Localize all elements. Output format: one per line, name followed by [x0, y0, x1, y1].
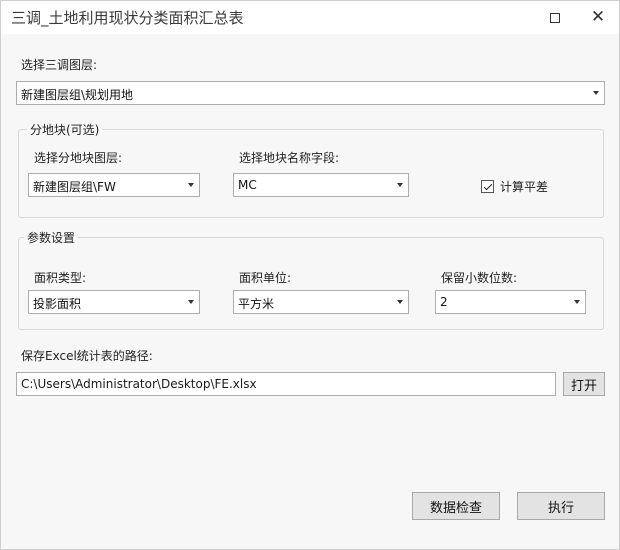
layer-select-combo[interactable]: 新建图层组\规划用地 — [16, 81, 605, 105]
output-path-label: 保存Excel统计表的路径: — [21, 349, 153, 363]
area-type-label: 面积类型: — [34, 271, 87, 285]
layer-select-label: 选择三调图层: — [21, 58, 98, 72]
chevron-down-icon — [574, 300, 580, 304]
decimals-combo[interactable]: 2 — [435, 290, 586, 314]
run-button[interactable]: 执行 — [517, 492, 605, 520]
area-type-value: 投影面积 — [33, 297, 82, 311]
close-icon: ✕ — [590, 7, 606, 27]
decimals-value: 2 — [440, 295, 448, 309]
parcel-layer-combo[interactable]: 新建图层组\FW — [28, 173, 200, 197]
calc-diff-checkbox[interactable]: 计算平差 — [481, 178, 548, 195]
chevron-down-icon — [188, 300, 194, 304]
parcel-layer-value: 新建图层组\FW — [33, 180, 116, 194]
parcel-field-label: 选择地块名称字段: — [239, 151, 340, 165]
layer-select-value: 新建图层组\规划用地 — [21, 88, 134, 102]
output-path-value: C:\Users\Administrator\Desktop\FE.xlsx — [21, 377, 257, 391]
calc-diff-label: 计算平差 — [500, 180, 549, 194]
parcel-field-combo[interactable]: MC — [233, 173, 409, 197]
parcel-field-value: MC — [238, 178, 257, 192]
parcel-layer-label: 选择分地块图层: — [34, 151, 123, 165]
checkmark-icon — [483, 181, 492, 190]
area-unit-combo[interactable]: 平方米 — [233, 290, 409, 314]
decimals-label: 保留小数位数: — [441, 271, 518, 285]
checkbox-box[interactable] — [481, 180, 494, 193]
area-unit-value: 平方米 — [238, 297, 275, 311]
area-unit-label: 面积单位: — [239, 271, 292, 285]
output-path-input[interactable]: C:\Users\Administrator\Desktop\FE.xlsx — [16, 372, 556, 396]
maximize-button[interactable] — [537, 1, 573, 34]
dialog-window: 三调_土地利用现状分类面积汇总表 ✕ 选择三调图层: 新建图层组\规划用地 分地… — [0, 0, 620, 550]
title-bar: 三调_土地利用现状分类面积汇总表 ✕ — [1, 1, 619, 34]
close-button[interactable]: ✕ — [580, 1, 616, 34]
params-group-legend: 参数设置 — [24, 229, 79, 246]
data-check-button[interactable]: 数据检查 — [412, 492, 500, 520]
window-title: 三调_土地利用现状分类面积汇总表 — [11, 9, 244, 27]
open-button[interactable]: 打开 — [563, 372, 605, 396]
parcel-group-legend: 分地块(可选) — [27, 121, 103, 138]
area-type-combo[interactable]: 投影面积 — [28, 290, 200, 314]
maximize-icon — [550, 12, 560, 23]
chevron-down-icon — [188, 183, 194, 187]
chevron-down-icon — [397, 183, 403, 187]
chevron-down-icon — [397, 300, 403, 304]
chevron-down-icon — [593, 91, 599, 95]
